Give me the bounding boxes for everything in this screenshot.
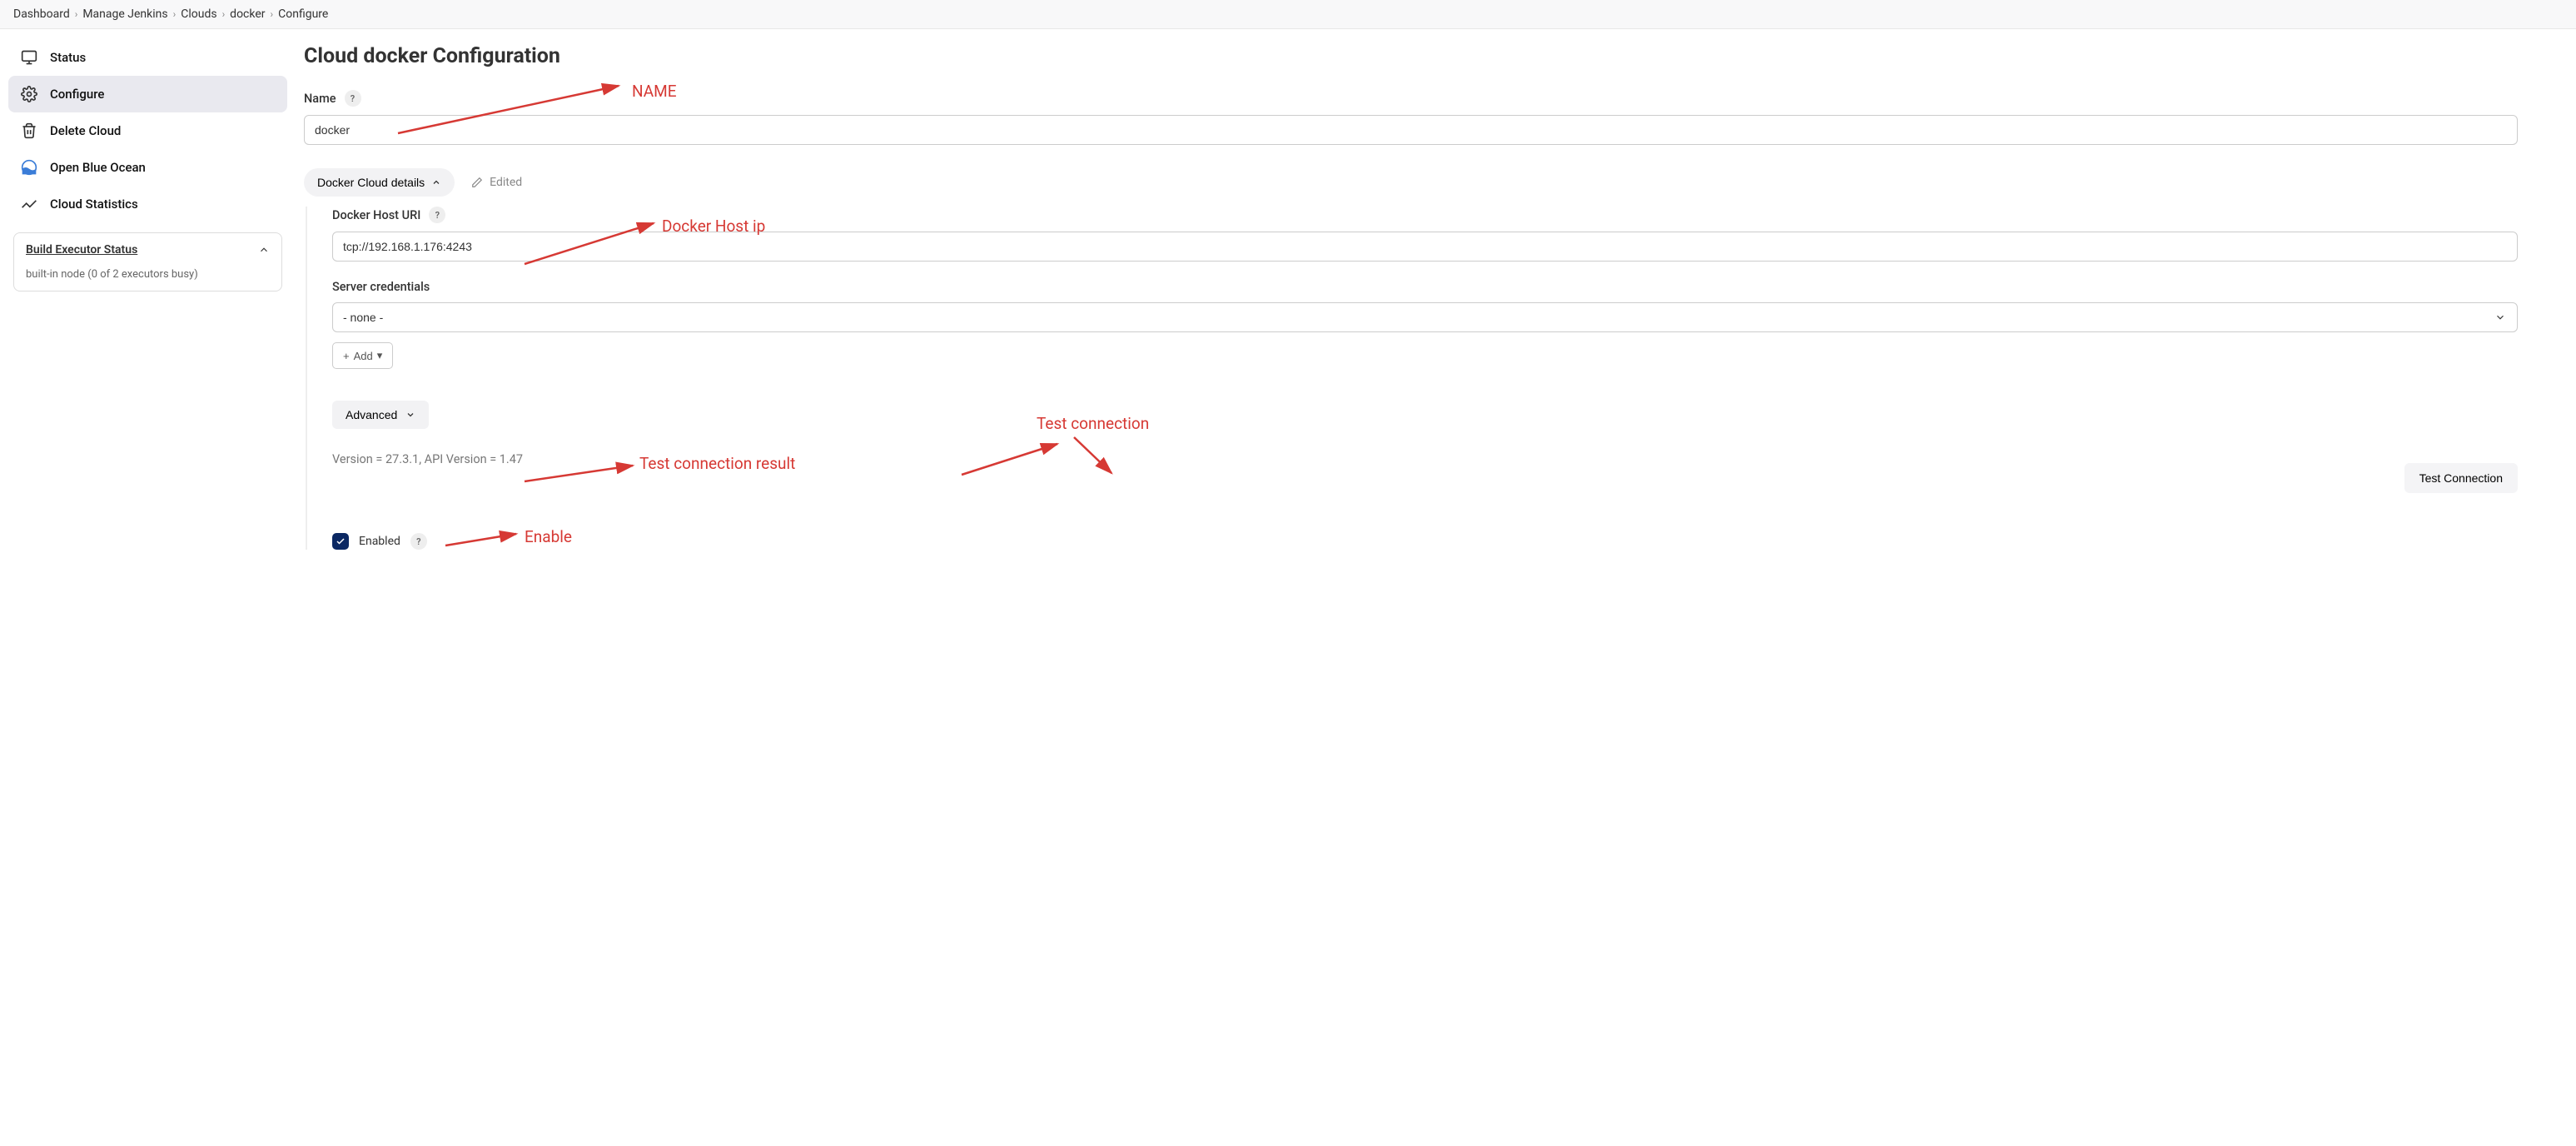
enabled-checkbox[interactable] — [332, 533, 349, 550]
help-icon[interactable]: ? — [345, 90, 361, 107]
sidebar-item-cloud-statistics[interactable]: Cloud Statistics — [8, 186, 287, 222]
sidebar-item-delete-cloud[interactable]: Delete Cloud — [8, 112, 287, 149]
enabled-label: Enabled — [359, 535, 400, 548]
add-button-label: Add — [354, 350, 373, 362]
breadcrumb-dashboard[interactable]: Dashboard — [13, 7, 70, 21]
blueocean-icon — [20, 158, 38, 177]
breadcrumb: Dashboard › Manage Jenkins › Clouds › do… — [0, 0, 2576, 29]
sidebar-item-label: Delete Cloud — [50, 123, 121, 138]
advanced-label: Advanced — [346, 408, 397, 421]
chevron-right-icon: › — [75, 8, 78, 20]
server-credentials-group: Server credentials - none - + Add ▾ — [332, 280, 2518, 369]
docker-cloud-details-section: Docker Host URI ? Server credentials - n… — [306, 207, 2518, 550]
chevron-right-icon: › — [222, 8, 226, 20]
host-uri-group: Docker Host URI ? — [332, 207, 2518, 262]
caret-down-icon: ▾ — [377, 349, 383, 362]
gear-icon — [20, 85, 38, 103]
name-input[interactable] — [304, 115, 2518, 145]
page-title: Cloud docker Configuration — [304, 44, 2518, 68]
chevron-right-icon: › — [271, 8, 274, 20]
chevron-up-icon — [258, 244, 270, 256]
breadcrumb-configure[interactable]: Configure — [278, 7, 328, 21]
sidebar-item-configure[interactable]: Configure — [8, 76, 287, 112]
name-group: Name ? — [304, 90, 2518, 145]
chevron-right-icon: › — [173, 8, 177, 20]
monitor-icon — [20, 48, 38, 67]
sidebar-item-open-blue-ocean[interactable]: Open Blue Ocean — [8, 149, 287, 186]
chevron-down-icon — [405, 410, 415, 420]
breadcrumb-clouds[interactable]: Clouds — [181, 7, 216, 21]
chevron-up-icon — [431, 177, 441, 187]
server-credentials-select[interactable]: - none - — [332, 302, 2518, 332]
enabled-row: Enabled ? — [332, 533, 2518, 550]
name-label: Name — [304, 92, 336, 106]
host-uri-label: Docker Host URI — [332, 208, 420, 222]
sidebar-item-label: Open Blue Ocean — [50, 160, 146, 175]
help-icon[interactable]: ? — [429, 207, 445, 223]
build-executor-subtitle: built-in node (0 of 2 executors busy) — [26, 268, 270, 281]
edited-label: Edited — [490, 176, 522, 189]
breadcrumb-docker[interactable]: docker — [230, 7, 265, 21]
server-credentials-label: Server credentials — [332, 280, 430, 294]
build-executor-panel: Build Executor Status built-in node (0 o… — [13, 232, 282, 291]
sidebar: Status Configure Delete Cloud Open Blue … — [0, 29, 296, 565]
add-credentials-button[interactable]: + Add ▾ — [332, 342, 393, 369]
trash-icon — [20, 122, 38, 140]
sidebar-item-label: Configure — [50, 87, 104, 102]
docker-cloud-details-toggle[interactable]: Docker Cloud details — [304, 168, 455, 197]
docker-cloud-details-label: Docker Cloud details — [317, 176, 425, 189]
pencil-icon — [471, 177, 483, 188]
sidebar-item-status[interactable]: Status — [8, 39, 287, 76]
edited-indicator: Edited — [471, 176, 522, 189]
breadcrumb-manage-jenkins[interactable]: Manage Jenkins — [82, 7, 167, 21]
sidebar-item-label: Status — [50, 50, 86, 65]
stats-icon — [20, 195, 38, 213]
sidebar-item-label: Cloud Statistics — [50, 197, 138, 212]
host-uri-input[interactable] — [332, 232, 2518, 262]
help-icon[interactable]: ? — [410, 533, 427, 550]
advanced-toggle[interactable]: Advanced — [332, 401, 429, 429]
build-executor-toggle[interactable]: Build Executor Status — [26, 243, 270, 257]
build-executor-title: Build Executor Status — [26, 243, 137, 257]
test-connection-button[interactable]: Test Connection — [2404, 463, 2518, 493]
main-content: Cloud docker Configuration Name ? Docker… — [296, 29, 2576, 565]
plus-icon: + — [343, 350, 350, 362]
